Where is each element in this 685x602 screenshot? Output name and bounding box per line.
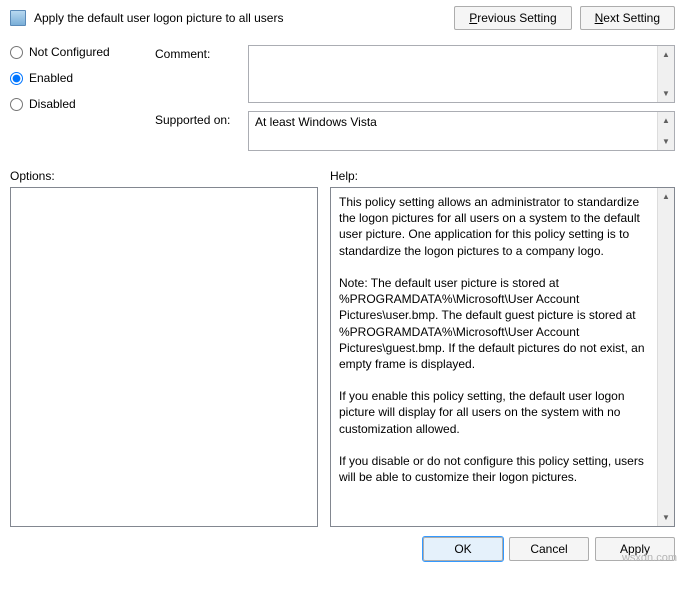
previous-setting-button[interactable]: Previous Setting (454, 6, 571, 30)
radio-disabled[interactable]: Disabled (10, 97, 140, 111)
radio-disabled-label[interactable]: Disabled (29, 97, 76, 111)
scroll-down-icon[interactable]: ▼ (658, 133, 674, 150)
scroll-down-icon[interactable]: ▼ (658, 85, 674, 102)
comment-value[interactable] (249, 46, 674, 102)
radio-enabled[interactable]: Enabled (10, 71, 140, 85)
supported-scrollbar[interactable]: ▲ ▼ (657, 112, 674, 150)
scroll-up-icon[interactable]: ▲ (658, 46, 674, 63)
comment-label: Comment: (155, 45, 240, 103)
policy-title: Apply the default user logon picture to … (34, 11, 446, 25)
prev-label-tail: revious Setting (477, 11, 556, 25)
options-pane (10, 187, 318, 527)
radio-not-configured-input[interactable] (10, 46, 23, 59)
comment-area: Comment: ▲ ▼ Supported on: At least Wind… (155, 45, 675, 151)
options-label: Options: (10, 169, 330, 183)
comment-scrollbar[interactable]: ▲ ▼ (657, 46, 674, 102)
section-top: Not Configured Enabled Disabled Comment:… (0, 40, 685, 161)
help-text: This policy setting allows an administra… (331, 188, 657, 526)
supported-label: Supported on: (155, 111, 240, 151)
supported-box: At least Windows Vista ▲ ▼ (248, 111, 675, 151)
scroll-down-icon[interactable]: ▼ (658, 509, 674, 526)
scroll-up-icon[interactable]: ▲ (658, 112, 674, 129)
cancel-button[interactable]: Cancel (509, 537, 589, 561)
supported-row: Supported on: At least Windows Vista ▲ ▼ (155, 111, 675, 151)
supported-value: At least Windows Vista (249, 112, 674, 150)
policy-icon (10, 10, 26, 26)
next-setting-button[interactable]: Next Setting (580, 6, 675, 30)
radio-enabled-input[interactable] (10, 72, 23, 85)
comment-row: Comment: ▲ ▼ (155, 45, 675, 103)
footer: OK Cancel Apply (0, 527, 685, 569)
header-row: Apply the default user logon picture to … (0, 0, 685, 40)
comment-box[interactable]: ▲ ▼ (248, 45, 675, 103)
radio-disabled-input[interactable] (10, 98, 23, 111)
nav-buttons: Previous Setting Next Setting (454, 6, 675, 30)
radio-not-configured-label[interactable]: Not Configured (29, 45, 110, 59)
help-pane: This policy setting allows an administra… (330, 187, 675, 527)
radio-not-configured[interactable]: Not Configured (10, 45, 140, 59)
pane-labels: Options: Help: (0, 161, 685, 187)
watermark: wsxdn.com (622, 552, 677, 564)
radio-enabled-label[interactable]: Enabled (29, 71, 73, 85)
help-label: Help: (330, 169, 675, 183)
ok-button[interactable]: OK (423, 537, 503, 561)
next-label-tail: ext Setting (603, 11, 660, 25)
state-radio-group: Not Configured Enabled Disabled (10, 45, 140, 151)
help-scrollbar[interactable]: ▲ ▼ (657, 188, 674, 526)
scroll-up-icon[interactable]: ▲ (658, 188, 674, 205)
panes-row: This policy setting allows an administra… (0, 187, 685, 527)
